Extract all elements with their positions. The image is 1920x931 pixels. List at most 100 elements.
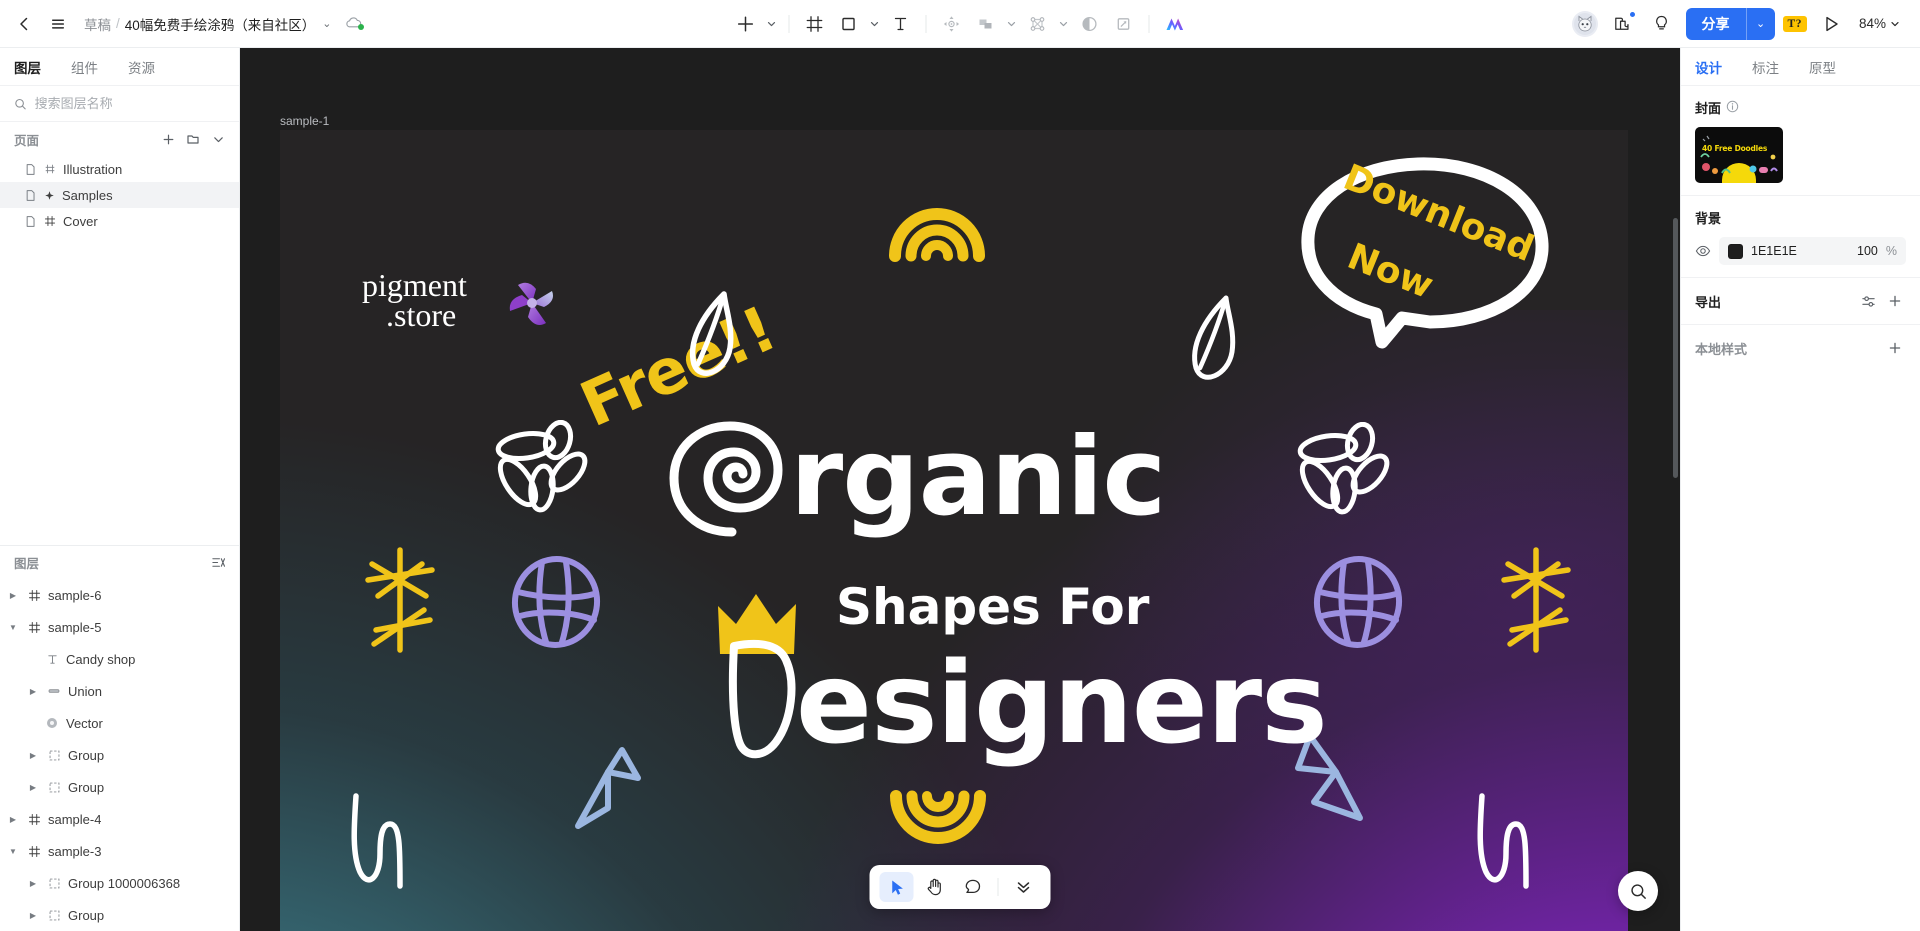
present-button[interactable] (1815, 8, 1847, 40)
zoom-search-button[interactable] (1618, 871, 1658, 911)
tool-frame-button[interactable] (799, 8, 831, 40)
add-export-button[interactable] (1884, 290, 1906, 312)
share-button-caret-icon[interactable]: ⌄ (1747, 8, 1775, 40)
canvas-vertical-scrollbar[interactable] (1673, 218, 1678, 478)
layer-caret-right-icon[interactable]: ▶ (6, 591, 20, 600)
tool-vector-pen-button[interactable] (1022, 8, 1054, 40)
cloud-sync-status[interactable] (344, 14, 364, 33)
tool-rectangle-caret[interactable] (867, 8, 883, 40)
layer-label: Vector (66, 715, 103, 731)
add-local-style-button[interactable] (1884, 337, 1906, 359)
search-input[interactable] (34, 96, 225, 111)
tool-mask-button[interactable] (1074, 8, 1106, 40)
page-item-samples[interactable]: Samples (0, 182, 239, 208)
breadcrumb-file-title[interactable]: 40幅免费手绘涂鸦（来自社区） (125, 14, 316, 34)
background-color-field[interactable]: 1E1E1E 100 % (1719, 237, 1906, 265)
breadcrumb-draft[interactable]: 草稿 (84, 14, 111, 34)
layer-caret-right-icon[interactable]: ▶ (26, 751, 40, 760)
layer-caret-right-icon[interactable]: ▶ (26, 687, 40, 696)
tool-slice-button[interactable] (1108, 8, 1140, 40)
background-section: 背景 1E1E1E 100 % (1681, 196, 1920, 278)
layer-row[interactable]: Candy shop (0, 643, 239, 675)
tool-vector-caret[interactable] (1056, 8, 1072, 40)
cursor-tool-button[interactable] (879, 872, 914, 902)
topbar-right: 分享 ⌄ T? 84% (1571, 7, 1920, 40)
new-page-folder-button[interactable] (182, 128, 204, 150)
zoom-control[interactable]: 84% (1855, 16, 1904, 31)
layer-row[interactable]: Vector (0, 707, 239, 739)
comment-tool-button[interactable] (956, 872, 990, 902)
background-section-header: 背景 (1695, 208, 1906, 227)
layer-caret-down-icon[interactable]: ▼ (6, 847, 20, 856)
layer-row[interactable]: ▼ sample-3 (0, 835, 239, 867)
rectangle-icon (842, 17, 855, 31)
collapse-all-layers-button[interactable] (207, 552, 229, 574)
tool-rectangle-button[interactable] (833, 8, 865, 40)
tool-add-caret[interactable] (764, 8, 780, 40)
color-swatch[interactable] (1728, 243, 1743, 259)
tab-assets[interactable]: 资源 (128, 48, 169, 86)
idea-button[interactable] (1646, 8, 1678, 40)
tool-move-node-button[interactable] (936, 8, 968, 40)
layer-row[interactable]: ▶ Group 1000006368 (0, 867, 239, 899)
tool-text-button[interactable] (885, 8, 917, 40)
export-section-header: 导出 (1695, 290, 1906, 312)
rainbow-arc-top-icon (889, 208, 985, 262)
layer-row[interactable]: ▼ sample-5 (0, 611, 239, 643)
hand-tool-button[interactable] (918, 872, 952, 902)
layer-row[interactable]: ▶ Group (0, 899, 239, 931)
comment-icon (965, 879, 981, 894)
cover-thumbnail[interactable]: 40 Free Doodles (1695, 127, 1783, 183)
move-node-icon (943, 16, 960, 32)
layer-row[interactable]: ▶ Group (0, 739, 239, 771)
add-page-button[interactable] (157, 128, 179, 150)
layer-caret-right-icon[interactable]: ▶ (6, 815, 20, 824)
tool-add-button[interactable] (730, 8, 762, 40)
share-button[interactable]: 分享 ⌄ (1685, 7, 1775, 40)
group-icon (46, 749, 62, 762)
layer-row[interactable]: ▶ sample-4 (0, 803, 239, 835)
tool-boolean-caret[interactable] (1004, 8, 1020, 40)
layer-caret-right-icon[interactable]: ▶ (26, 879, 40, 888)
toolbar-divider (788, 15, 790, 33)
toolbar-divider (1148, 15, 1150, 33)
layers-title: 图层 (14, 557, 40, 571)
tab-annotation[interactable]: 标注 (1752, 48, 1779, 86)
hand-drawn-d-icon (728, 639, 796, 759)
hamburger-menu-icon (52, 19, 64, 29)
frame-label[interactable]: sample-1 (280, 114, 329, 128)
avatar[interactable] (1571, 10, 1598, 37)
info-icon[interactable] (1726, 100, 1739, 116)
color-hex-value[interactable]: 1E1E1E (1751, 244, 1797, 258)
plugins-button[interactable] (1606, 8, 1638, 40)
artboard-sample-1[interactable]: pigment .store Free!! Download Now rgani… (280, 130, 1628, 931)
layer-label: sample-3 (48, 843, 102, 859)
tool-ai-button[interactable] (1159, 8, 1191, 40)
back-button[interactable] (8, 8, 40, 40)
layer-caret-right-icon[interactable]: ▶ (26, 783, 40, 792)
logo-word-store: .store (386, 297, 457, 333)
flower-right-icon (1297, 422, 1390, 515)
layer-row[interactable]: ▶ Group (0, 771, 239, 803)
more-tools-button[interactable] (1007, 872, 1041, 902)
tab-prototype[interactable]: 原型 (1809, 48, 1836, 86)
layer-caret-down-icon[interactable]: ▼ (6, 623, 20, 632)
layer-row[interactable]: ▶ Union (0, 675, 239, 707)
pages-collapse-button[interactable] (207, 128, 229, 150)
layer-label: Group (68, 907, 105, 923)
layer-caret-right-icon[interactable]: ▶ (26, 911, 40, 920)
eye-icon[interactable] (1695, 243, 1711, 259)
export-settings-button[interactable] (1857, 290, 1879, 312)
layer-row[interactable]: ▶ sample-6 (0, 579, 239, 611)
tab-components[interactable]: 组件 (71, 48, 112, 86)
breadcrumb-caret-icon[interactable]: ⌄ (322, 17, 331, 30)
main-menu-button[interactable] (42, 8, 74, 40)
opacity-value[interactable]: 100 (1857, 244, 1878, 258)
page-item-cover[interactable]: Cover (0, 208, 239, 234)
tool-boolean-button[interactable] (970, 8, 1002, 40)
tab-layers[interactable]: 图层 (14, 48, 55, 86)
translate-badge[interactable]: T? (1782, 15, 1807, 32)
canvas[interactable]: sample-1 pigment .store Free!! Download … (240, 48, 1680, 931)
page-item-illustration[interactable]: Illustration (0, 156, 239, 182)
tab-design[interactable]: 设计 (1695, 48, 1722, 86)
